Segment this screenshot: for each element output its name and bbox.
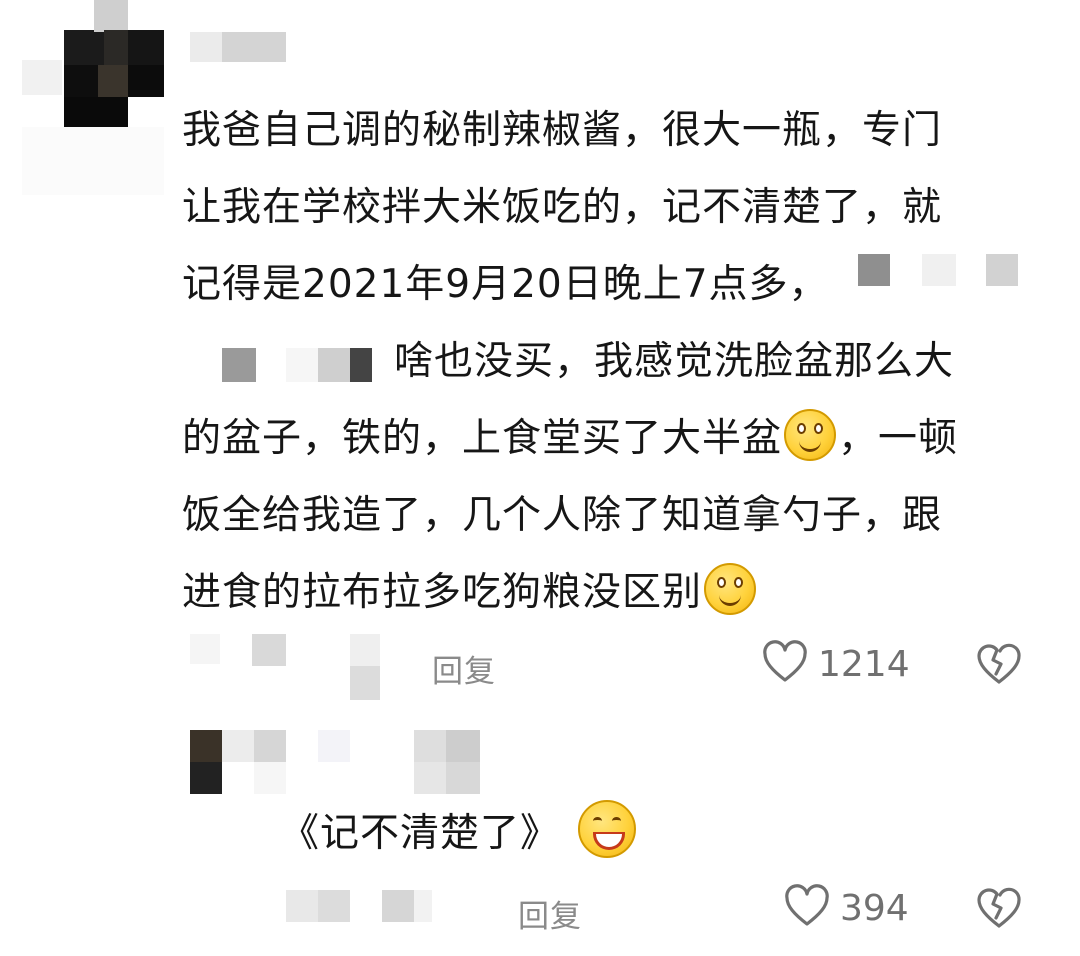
comment-line: 的盆子，铁的，上食堂买了大半盆 ，一顿 [182,400,1012,477]
broken-heart-icon[interactable] [976,642,1022,686]
replier-username[interactable] [318,730,482,794]
broken-heart-icon[interactable] [976,886,1022,930]
redacted-text [222,348,372,382]
comment-meta-redacted [190,632,390,702]
like-count: 1214 [818,644,910,685]
reply-button[interactable]: 回复 [432,646,496,691]
heart-outline-icon[interactable] [762,640,808,686]
laugh-emoji-icon [578,800,637,858]
replier-avatar[interactable] [190,730,286,794]
like-count: 394 [840,888,909,929]
redacted-text [858,254,1018,288]
reply-meta-redacted [286,890,446,924]
commenter-username[interactable] [190,32,286,62]
smile-emoji-icon [704,563,757,615]
comment-line: 让我在学校拌大米饭吃的，记不清楚了，就 [182,185,943,230]
comment-line: 进食的拉布拉多吃狗粮没区别 [182,554,1012,631]
reply-button[interactable]: 回复 [518,891,582,936]
heart-outline-icon[interactable] [784,884,830,930]
comment-line: 饭全给我造了，几个人除了知道拿勺子，跟 [182,493,943,538]
commenter-avatar[interactable] [22,0,164,195]
smile-emoji-icon [784,409,837,461]
reply-body: 《记不清楚了》 [280,800,638,866]
comment-line: 我爸自己调的秘制辣椒酱，很大一瓶，专门 [182,108,943,153]
